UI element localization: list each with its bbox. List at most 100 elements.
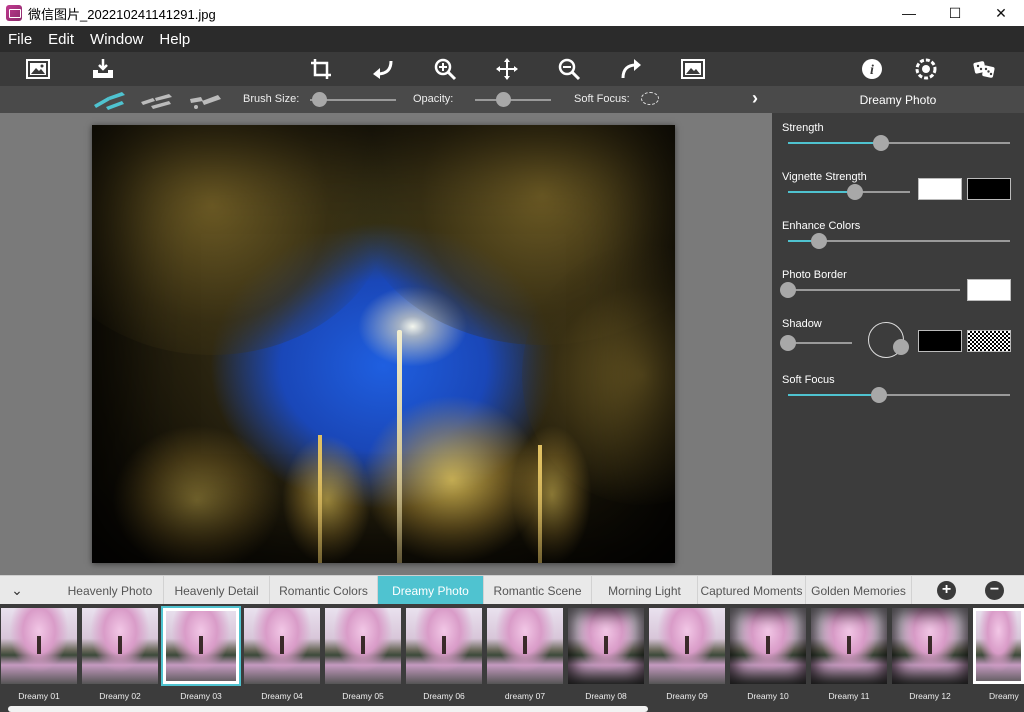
preset-thumbnail-dreamy-04[interactable] [244, 608, 320, 684]
panel-toggle-chevron[interactable]: › [752, 88, 768, 110]
preset-label: Dreamy 04 [261, 691, 303, 701]
tab-romantic-colors[interactable]: Romantic Colors [270, 576, 378, 605]
tab-captured-moments[interactable]: Captured Moments [698, 576, 806, 605]
preset-thumbnail-dreamy-06[interactable] [406, 608, 482, 684]
info-icon[interactable]: i [858, 56, 886, 82]
brush-paint-icon[interactable] [92, 89, 128, 111]
preset-label: Dreamy 08 [585, 691, 627, 701]
tab-morning-light[interactable]: Morning Light [592, 576, 698, 605]
window-controls: — ☐ ✕ [886, 0, 1024, 26]
brush-size-label: Brush Size: [243, 93, 300, 105]
brush-clear-icon[interactable] [188, 89, 224, 111]
panel-title: Dreamy Photo [772, 86, 1024, 113]
shadow-label: Shadow [782, 318, 822, 330]
soft-focus-label: Soft Focus: [574, 93, 630, 105]
menu-edit[interactable]: Edit [40, 31, 82, 48]
photo-preview[interactable] [92, 125, 675, 563]
thumbnail-vignette [568, 608, 644, 684]
preset-thumbnail-dreamy-01[interactable] [1, 608, 77, 684]
tab-dreamy-photo[interactable]: Dreamy Photo [378, 576, 484, 605]
preset-thumbnail-strip: Dreamy 01 Dreamy 02 Dreamy 03 Dreamy 04 … [0, 604, 1024, 712]
strength-knob[interactable] [873, 135, 890, 151]
soft-focus-panel-label: Soft Focus [782, 374, 835, 386]
preset-thumbnail-dreamy-10[interactable] [730, 608, 806, 684]
save-icon[interactable] [89, 56, 117, 82]
strength-slider[interactable] [788, 142, 1010, 144]
preset-label: Dreamy 03 [180, 691, 222, 701]
enhance-colors-label: Enhance Colors [782, 220, 861, 232]
random-icon[interactable] [970, 56, 998, 82]
preset-label: Dreamy 05 [342, 691, 384, 701]
thumbnail-tree [280, 636, 284, 654]
brush-erase-icon[interactable] [139, 89, 175, 111]
preset-thumbnail-dreamy-03[interactable] [161, 606, 241, 686]
redo-icon[interactable] [617, 56, 645, 82]
zoom-out-icon[interactable] [555, 56, 583, 82]
preset-label: Dreamy 10 [747, 691, 789, 701]
shadow-transparency-swatch[interactable] [967, 330, 1011, 352]
photo-border-slider[interactable] [788, 289, 960, 291]
opacity-slider[interactable] [475, 99, 551, 101]
shadow-color-swatch[interactable] [918, 330, 962, 352]
tab-golden-memories[interactable]: Golden Memories [806, 576, 912, 605]
close-button[interactable]: ✕ [978, 0, 1024, 26]
tab-romantic-scene[interactable]: Romantic Scene [484, 576, 592, 605]
vignette-dark-color-swatch[interactable] [967, 178, 1011, 200]
thumbnail-tree [37, 636, 41, 654]
preset-label: Dreamy 09 [666, 691, 708, 701]
preset-label: Dreamy 01 [18, 691, 60, 701]
add-preset-icon[interactable]: + [937, 581, 956, 600]
preset-thumbnail-dreamy-12[interactable] [892, 608, 968, 684]
minimize-button[interactable]: — [886, 0, 932, 26]
photo-border-color-swatch[interactable] [967, 279, 1011, 301]
settings-icon[interactable] [912, 56, 940, 82]
strength-fill [788, 142, 882, 144]
thumbnail-tree [685, 636, 689, 654]
soft-focus-toggle-icon[interactable] [641, 92, 659, 105]
remove-preset-icon[interactable]: − [985, 581, 1004, 600]
photo-vignette [92, 125, 675, 563]
preset-thumbnail-dreamy-08[interactable] [568, 608, 644, 684]
thumbnail-border [163, 608, 239, 684]
shadow-direction-knob[interactable] [893, 339, 909, 355]
undo-icon[interactable] [369, 56, 397, 82]
soft-focus-slider[interactable] [788, 394, 1010, 396]
thumbnail-tree [523, 636, 527, 654]
preset-thumbnail-dreamy-13[interactable] [973, 608, 1024, 684]
app-icon [6, 5, 22, 21]
preset-label: Dreamy 12 [909, 691, 951, 701]
preset-thumbnail-dreamy-07[interactable] [487, 608, 563, 684]
preset-thumbnail-dreamy-09[interactable] [649, 608, 725, 684]
menu-window[interactable]: Window [82, 31, 151, 48]
thumbnail-tree [118, 636, 122, 654]
opacity-knob[interactable] [495, 92, 511, 107]
thumbnail-scrollbar[interactable] [8, 706, 648, 712]
shadow-knob[interactable] [780, 335, 796, 351]
menu-file[interactable]: File [0, 31, 40, 48]
move-icon[interactable] [493, 56, 521, 82]
enhance-colors-knob[interactable] [811, 233, 828, 249]
vignette-strength-fill [788, 191, 856, 193]
tab-heavenly-detail[interactable]: Heavenly Detail [164, 576, 270, 605]
preset-label: Dreamy [989, 691, 1019, 701]
preset-thumbnail-dreamy-11[interactable] [811, 608, 887, 684]
collapse-chevron-icon[interactable]: ⌄ [0, 576, 34, 605]
zoom-in-icon[interactable] [431, 56, 459, 82]
vignette-light-color-swatch[interactable] [918, 178, 962, 200]
preset-thumbnail-dreamy-02[interactable] [82, 608, 158, 684]
svg-text:i: i [870, 63, 874, 78]
crop-icon[interactable] [307, 56, 335, 82]
fit-image-icon[interactable] [679, 56, 707, 82]
photo-border-knob[interactable] [780, 282, 796, 298]
tab-heavenly-photo[interactable]: Heavenly Photo [57, 576, 164, 605]
open-image-icon[interactable] [24, 56, 52, 82]
maximize-button[interactable]: ☐ [932, 0, 978, 26]
preset-thumbnail-dreamy-05[interactable] [325, 608, 401, 684]
brush-size-knob[interactable] [312, 92, 328, 107]
soft-focus-knob[interactable] [871, 387, 888, 403]
thumbnail-tree [361, 636, 365, 654]
menu-help[interactable]: Help [151, 31, 198, 48]
shadow-slider[interactable] [788, 342, 852, 344]
thumbnail-border [973, 608, 1024, 684]
vignette-strength-knob[interactable] [847, 184, 864, 200]
